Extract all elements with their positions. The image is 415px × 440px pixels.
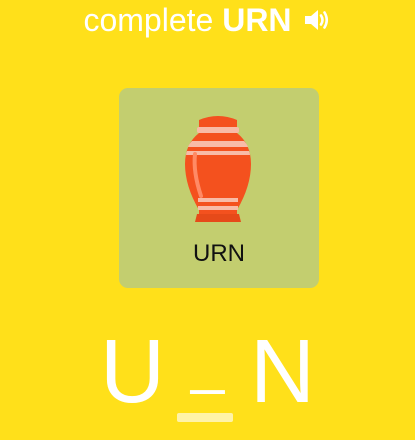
speaker-icon bbox=[304, 10, 328, 30]
blank-slot[interactable]: _ bbox=[170, 322, 245, 422]
prompt-title: complete URN bbox=[83, 0, 291, 40]
header: complete URN bbox=[0, 0, 415, 40]
prompt-text: complete bbox=[83, 2, 214, 38]
urn-icon bbox=[185, 116, 251, 222]
card-label: URN bbox=[193, 240, 245, 267]
letter-slot-3: N bbox=[250, 322, 315, 422]
blank-underline bbox=[177, 413, 233, 422]
blank-underscore: _ bbox=[190, 328, 225, 395]
letter-slots: U _ N bbox=[0, 322, 415, 422]
picture-card[interactable]: URN bbox=[119, 88, 319, 288]
letter-slot-1: U bbox=[100, 322, 165, 422]
speaker-button[interactable] bbox=[302, 5, 332, 35]
target-word: URN bbox=[222, 2, 292, 38]
